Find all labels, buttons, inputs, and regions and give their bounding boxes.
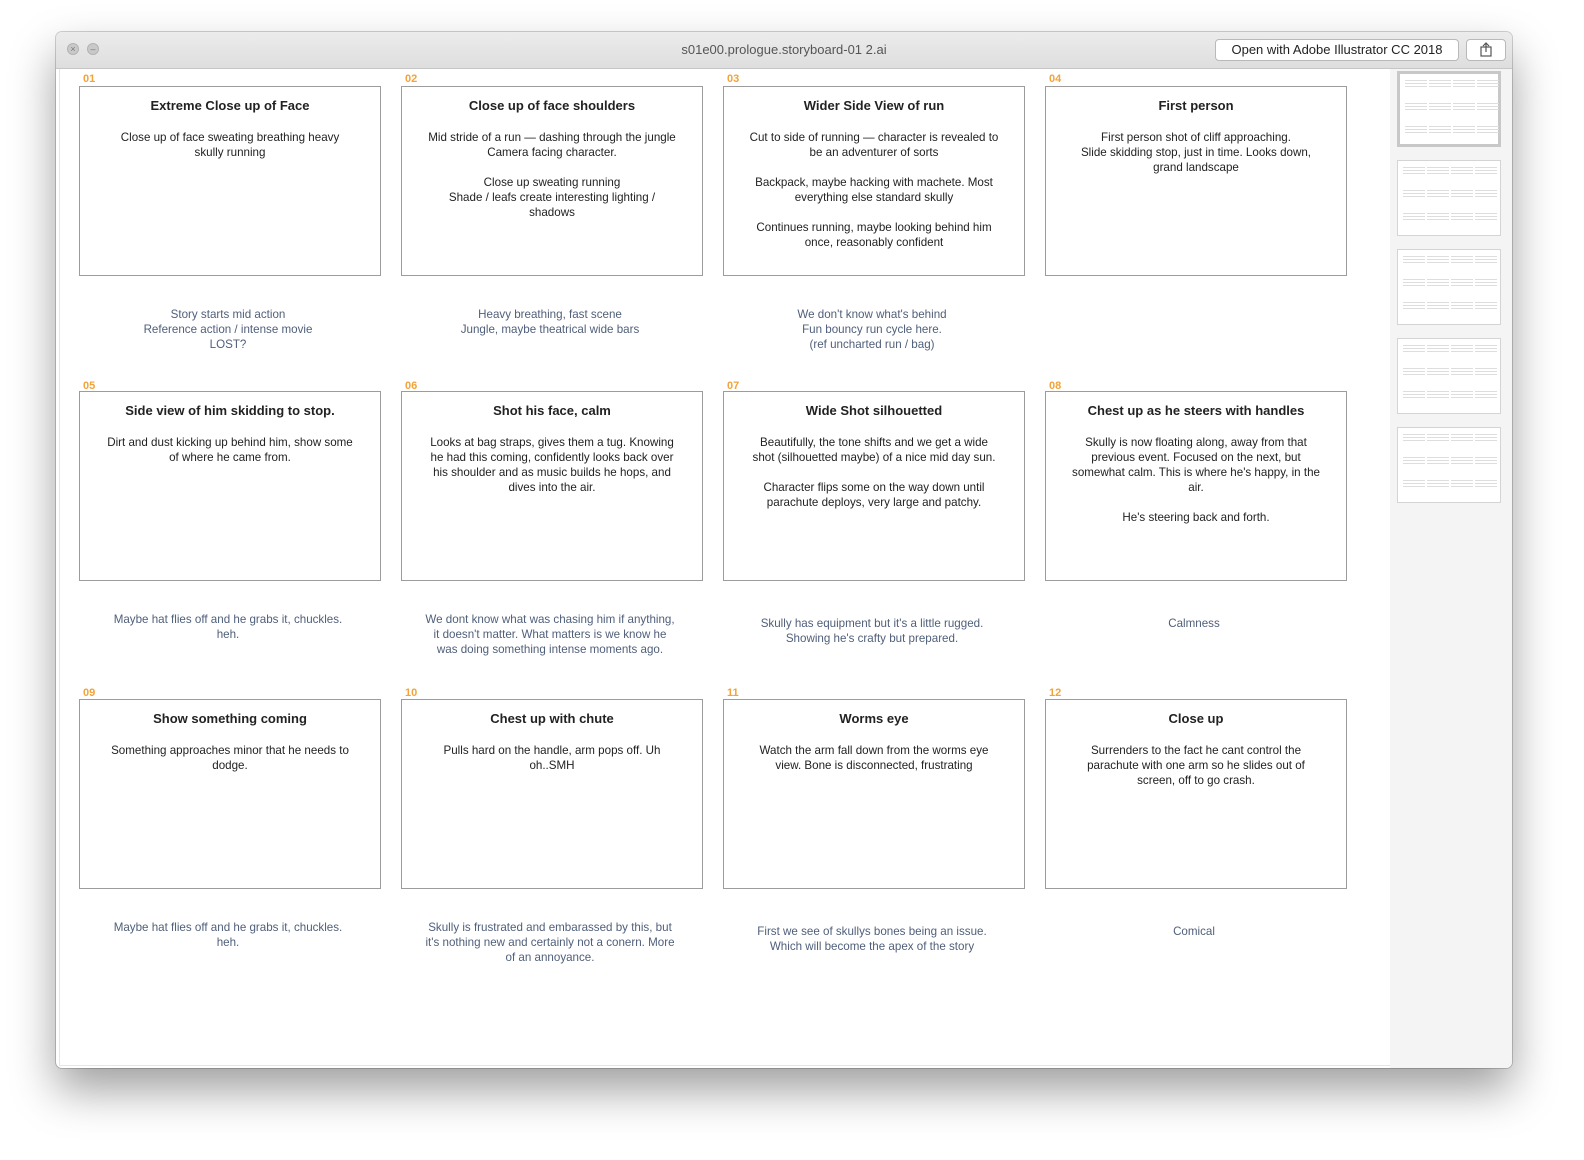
panel-title: First person bbox=[1158, 98, 1234, 113]
panel-number: 01 bbox=[83, 73, 96, 85]
panel-number: 03 bbox=[727, 73, 740, 85]
storyboard-frame: Chest up as he steers with handles Skully… bbox=[1045, 391, 1347, 581]
page-thumbnail[interactable] bbox=[1397, 71, 1501, 147]
panel-note: Calmness bbox=[1168, 617, 1220, 630]
title-bar: × – s01e00.prologue.storyboard-01 2.ai O… bbox=[56, 32, 1512, 69]
panel-note: Story starts mid action Reference action… bbox=[143, 308, 313, 351]
panel-title: Worms eye bbox=[839, 711, 909, 726]
panel-description: Mid stride of a run — dashing through th… bbox=[428, 131, 676, 219]
panel-number: 12 bbox=[1049, 687, 1062, 699]
panel-description: Beautifully, the tone shifts and we get … bbox=[752, 436, 996, 509]
storyboard-frame: Close up Surrenders to the fact he cant c… bbox=[1045, 699, 1347, 889]
storyboard-frame: Wider Side View of run Cut to side of run… bbox=[723, 86, 1025, 276]
open-with-illustrator-button[interactable]: Open with Adobe Illustrator CC 2018 bbox=[1215, 39, 1459, 61]
page-thumbnail-sidebar bbox=[1390, 69, 1512, 1068]
panel-description: Something approaches minor that he needs… bbox=[111, 744, 349, 772]
panel-description: Dirt and dust kicking up behind him, sho… bbox=[107, 436, 353, 464]
panel-note: Skully has equipment but it's a little r… bbox=[760, 617, 984, 645]
page-thumbnail[interactable] bbox=[1397, 160, 1501, 236]
panel-note: Maybe hat flies off and he grabs it, chu… bbox=[113, 613, 343, 641]
page-thumbnail[interactable] bbox=[1397, 427, 1501, 503]
panel-description: Surrenders to the fact he cant control t… bbox=[1087, 744, 1305, 787]
panel-title: Chest up with chute bbox=[490, 711, 614, 726]
panel-note: Comical bbox=[1173, 925, 1215, 938]
panel-number: 11 bbox=[727, 687, 739, 699]
panel-description: Watch the arm fall down from the worms e… bbox=[759, 744, 989, 772]
panel-note: Skully is frustrated and embarassed by t… bbox=[425, 921, 675, 964]
panel-title: Show something coming bbox=[153, 711, 307, 726]
page-thumbnail[interactable] bbox=[1397, 338, 1501, 414]
panel-title: Close up of face shoulders bbox=[468, 98, 636, 113]
panel-description: Cut to side of running — character is re… bbox=[749, 131, 999, 249]
panel-title: Extreme Close up of Face bbox=[150, 98, 310, 113]
panel-number: 04 bbox=[1049, 73, 1062, 85]
panel-note: First we see of skullys bones being an i… bbox=[757, 925, 987, 953]
document-canvas[interactable]: 01 Extreme Close up of Face Close up of fa… bbox=[59, 69, 1391, 1066]
panel-number: 09 bbox=[83, 687, 96, 699]
storyboard-frame: Worms eye Watch the arm fall down from th… bbox=[723, 699, 1025, 889]
panel-title: Side view of him skidding to stop. bbox=[125, 403, 335, 418]
panel-description: First person shot of cliff approaching. … bbox=[1080, 131, 1312, 174]
panel-title: Shot his face, calm bbox=[493, 403, 611, 418]
panel-note: Heavy breathing, fast scene Jungle, mayb… bbox=[460, 308, 640, 336]
storyboard-frame: Shot his face, calm Looks at bag straps, … bbox=[401, 391, 703, 581]
panel-note: We don't know what's behind Fun bouncy r… bbox=[797, 308, 947, 351]
storyboard-frame: Side view of him skidding to stop. Dirt a… bbox=[79, 391, 381, 581]
panel-title: Wider Side View of run bbox=[803, 98, 945, 113]
panel-description: Looks at bag straps, gives them a tug. K… bbox=[430, 436, 674, 494]
panel-title: Chest up as he steers with handles bbox=[1087, 403, 1305, 418]
preview-window: × – s01e00.prologue.storyboard-01 2.ai O… bbox=[56, 32, 1512, 1068]
panel-description: Skully is now floating along, away from … bbox=[1072, 436, 1320, 524]
panel-title: Close up bbox=[1168, 711, 1224, 726]
share-icon bbox=[1480, 42, 1492, 57]
panel-title: Wide Shot silhouetted bbox=[805, 403, 943, 418]
panel-description: Pulls hard on the handle, arm pops off. … bbox=[443, 744, 661, 772]
storyboard-frame: Chest up with chute Pulls hard on the han… bbox=[401, 699, 703, 889]
panel-description: Close up of face sweating breathing heav… bbox=[120, 131, 340, 159]
page-thumbnail[interactable] bbox=[1397, 249, 1501, 325]
panel-number: 02 bbox=[405, 73, 418, 85]
storyboard-frame: Show something coming Something approache… bbox=[79, 699, 381, 889]
storyboard-frame: Extreme Close up of Face Close up of face… bbox=[79, 86, 381, 276]
panel-note: Maybe hat flies off and he grabs it, chu… bbox=[113, 921, 343, 949]
panel-number: 10 bbox=[405, 687, 418, 699]
share-button[interactable] bbox=[1466, 39, 1506, 61]
storyboard-frame: Wide Shot silhouetted Beautifully, the to… bbox=[723, 391, 1025, 581]
storyboard-frame: Close up of face shoulders Mid stride of … bbox=[401, 86, 703, 276]
storyboard-frame: First person First person shot of cliff a… bbox=[1045, 86, 1347, 276]
panel-note: We dont know what was chasing him if any… bbox=[425, 613, 675, 656]
